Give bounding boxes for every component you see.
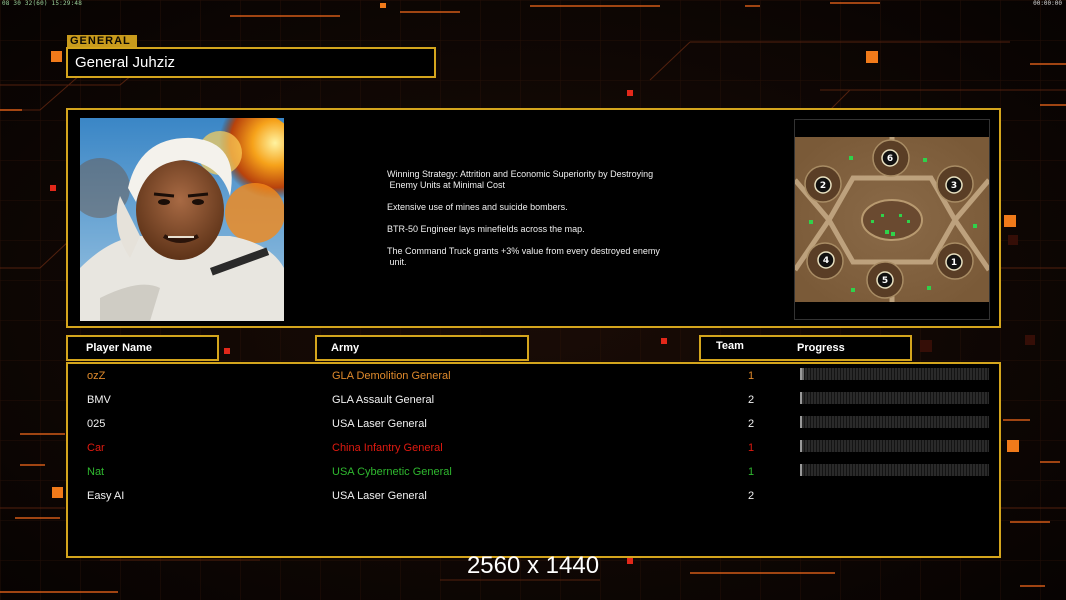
- player-team: 1: [747, 442, 755, 454]
- player-row: Nat USA Cybernetic General 1: [68, 460, 1003, 484]
- player-row: ozZ GLA Demolition General 1: [68, 364, 1003, 388]
- player-team: 2: [747, 418, 755, 430]
- start-position-4: 4: [823, 256, 829, 266]
- start-position-1: 1: [951, 258, 957, 268]
- player-team: 1: [747, 370, 755, 382]
- resolution-label: 2560 x 1440: [466, 552, 600, 579]
- status-bar-right: 00:00:00: [1033, 0, 1062, 7]
- map-preview[interactable]: 1 2 3 4 5 6: [794, 119, 990, 320]
- general-tag: GENERAL: [67, 35, 137, 47]
- column-header-team: Team: [716, 340, 744, 352]
- player-name: 025: [87, 418, 106, 430]
- player-row: BMV GLA Assault General 2: [68, 388, 1003, 412]
- player-row: Car China Infantry General 1: [68, 436, 1003, 460]
- strategy-text: Winning Strategy: Attrition and Economic…: [387, 169, 707, 279]
- start-position-3: 3: [951, 181, 957, 191]
- column-header-army: Army: [315, 335, 529, 361]
- player-team: 2: [747, 394, 755, 406]
- player-army: USA Cybernetic General: [332, 466, 452, 478]
- player-name: BMV: [87, 394, 111, 406]
- players-panel: ozZ GLA Demolition General 1 BMV GLA Ass…: [66, 362, 1001, 558]
- progress-bar: [800, 416, 989, 428]
- general-name: General Juhziz: [66, 47, 436, 78]
- progress-bar: [800, 368, 989, 380]
- player-team: 2: [747, 490, 755, 502]
- player-name: Car: [87, 442, 105, 454]
- start-position-6: 6: [887, 154, 893, 164]
- player-name: Easy AI: [87, 490, 125, 502]
- strategy-paragraph: The Command Truck grants +3% value from …: [387, 246, 660, 267]
- player-name: Nat: [87, 466, 105, 478]
- column-header-player-name: Player Name: [66, 335, 219, 361]
- player-team: 1: [747, 466, 755, 478]
- player-row: Easy AI USA Laser General 2: [68, 484, 1003, 508]
- strategy-paragraph: Extensive use of mines and suicide bombe…: [387, 202, 568, 212]
- strategy-paragraph: BTR-50 Engineer lays minefields across t…: [387, 224, 585, 234]
- player-army: GLA Demolition General: [332, 370, 451, 382]
- progress-bar: [800, 440, 989, 452]
- player-army: GLA Assault General: [332, 394, 435, 406]
- player-army: USA Laser General: [332, 490, 427, 502]
- status-bar-left: 08 30 32(60) 15:29:48: [2, 0, 83, 7]
- progress-bar: [800, 392, 989, 404]
- start-position-5: 5: [882, 276, 888, 286]
- strategy-paragraph: Winning Strategy: Attrition and Economic…: [387, 169, 654, 190]
- column-header-team-progress: Team Progress: [699, 335, 912, 361]
- general-portrait: [80, 118, 284, 321]
- player-army: USA Laser General: [332, 418, 427, 430]
- start-position-2: 2: [820, 181, 826, 191]
- player-name: ozZ: [87, 370, 106, 382]
- column-header-progress: Progress: [797, 342, 845, 354]
- player-row: 025 USA Laser General 2: [68, 412, 1003, 436]
- progress-bar-fill: [802, 368, 804, 380]
- player-army: China Infantry General: [332, 442, 443, 454]
- progress-bar: [800, 464, 989, 476]
